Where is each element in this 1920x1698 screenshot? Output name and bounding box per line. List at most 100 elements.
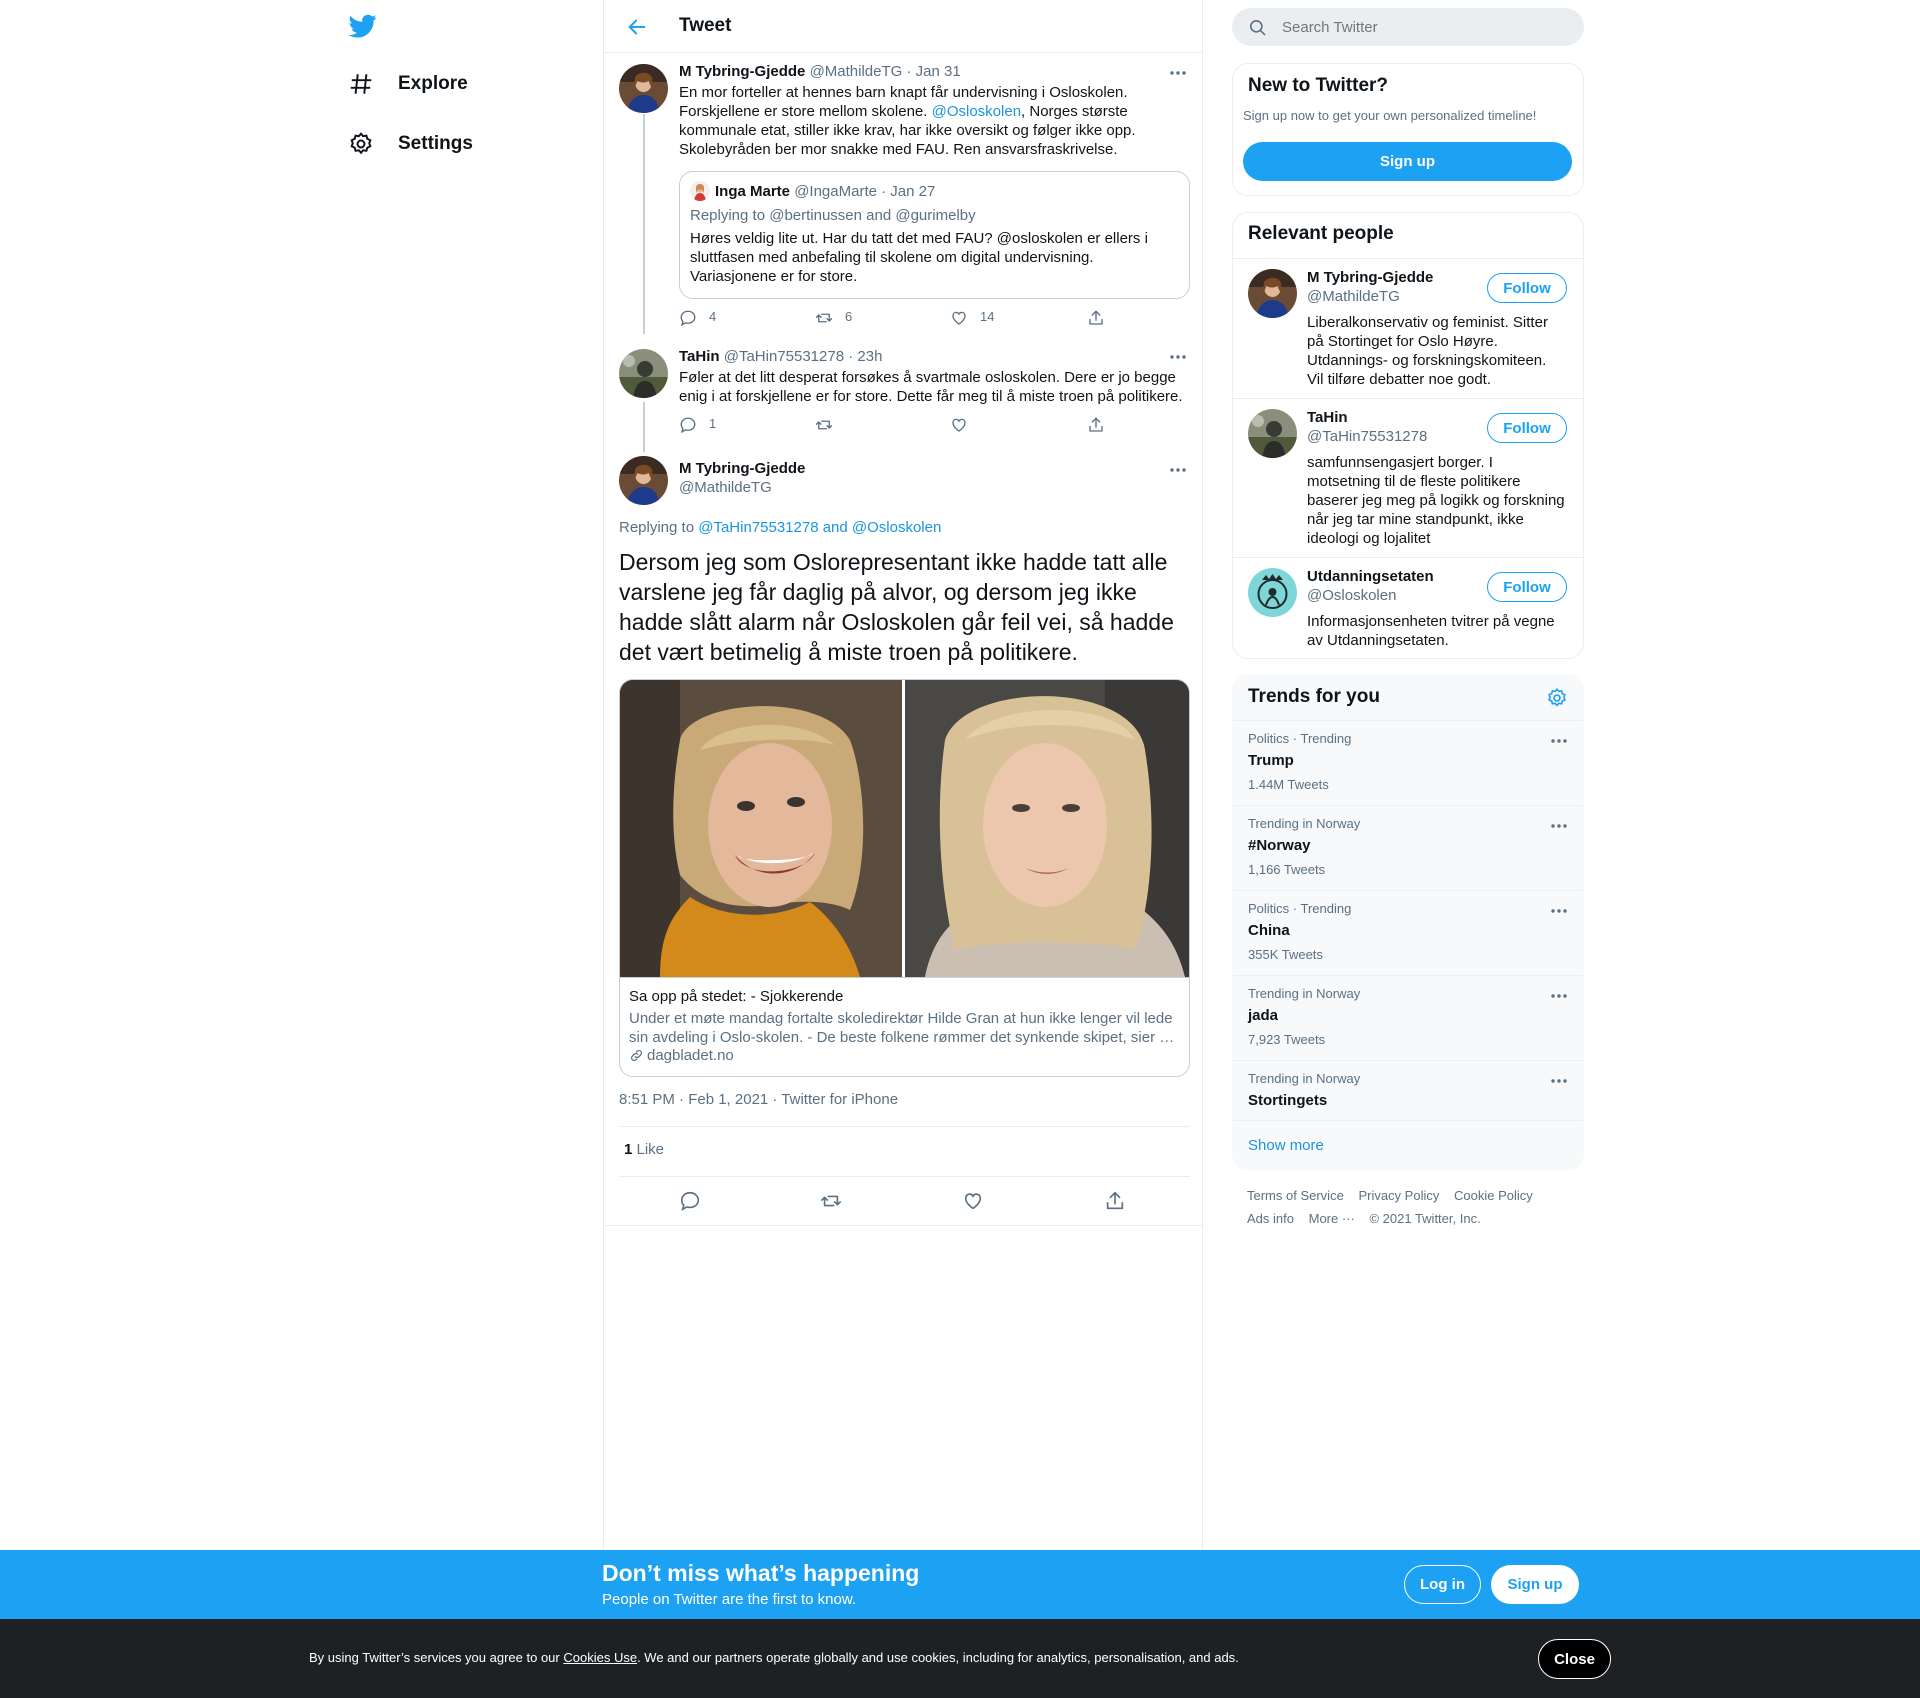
more-icon[interactable] xyxy=(1549,731,1569,751)
quoted-tweet[interactable]: Inga Marte @IngaMarte · Jan 27 Replying … xyxy=(679,171,1190,299)
reply-button[interactable] xyxy=(679,1190,713,1212)
heart-icon xyxy=(964,1193,982,1210)
follow-button[interactable]: Follow xyxy=(1487,273,1567,303)
retweet-count: 6 xyxy=(845,309,853,324)
trend-item[interactable]: Trending in Norway #Norway 1,166 Tweets xyxy=(1233,805,1583,890)
trend-name: Stortingets xyxy=(1248,1092,1328,1109)
tweet-text-line: enig i at forskjellene er for store. Det… xyxy=(679,388,1183,405)
search-icon xyxy=(1248,18,1267,37)
signup-button[interactable]: Sign up xyxy=(1243,142,1572,181)
card-meta: Sa opp på stedet: - Sjokkerende Under et… xyxy=(620,977,1189,1064)
share-button[interactable] xyxy=(1087,309,1117,327)
signup-button[interactable]: Sign up xyxy=(1491,1565,1579,1604)
more-icon[interactable] xyxy=(1549,816,1569,836)
search-input[interactable] xyxy=(1282,17,1562,37)
trend-count: 1,166 Tweets xyxy=(1248,862,1326,877)
reply-button[interactable]: 4 xyxy=(679,309,716,327)
author-name[interactable]: M Tybring-Gjedde xyxy=(679,459,805,478)
follow-button[interactable]: Follow xyxy=(1487,413,1567,443)
cookie-text-part: . We and our partners operate globally a… xyxy=(637,1650,1239,1665)
footer-link-cookie[interactable]: Cookie Policy xyxy=(1454,1188,1533,1203)
separator: · xyxy=(848,348,854,365)
trend-item[interactable]: Politics · Trending China 355K Tweets xyxy=(1233,890,1583,975)
share-button[interactable] xyxy=(1087,416,1117,434)
avatar[interactable] xyxy=(619,456,668,505)
person-name[interactable]: M Tybring-Gjedde xyxy=(1307,269,1433,286)
more-icon[interactable] xyxy=(1549,901,1569,921)
footer-link-privacy[interactable]: Privacy Policy xyxy=(1358,1188,1439,1203)
more-icon[interactable] xyxy=(1168,460,1188,480)
author-name[interactable]: M Tybring-Gjedde xyxy=(679,63,805,80)
more-icon[interactable] xyxy=(1168,347,1188,367)
person-name[interactable]: Utdanningsetaten xyxy=(1307,568,1434,585)
share-button[interactable] xyxy=(1104,1190,1138,1212)
like-button[interactable]: 14 xyxy=(950,309,994,327)
person-handle[interactable]: @Osloskolen xyxy=(1307,587,1396,604)
search-box[interactable] xyxy=(1232,8,1584,46)
retweet-button[interactable] xyxy=(815,416,845,434)
tweet-timestamp[interactable]: 8:51 PM · Feb 1, 2021 · Twitter for iPho… xyxy=(619,1090,898,1109)
back-arrow-icon[interactable] xyxy=(626,16,648,38)
person-cell[interactable]: M Tybring-Gjedde @MathildeTG Follow Libe… xyxy=(1233,258,1583,397)
avatar[interactable] xyxy=(1248,269,1297,318)
author-handle[interactable]: @MathildeTG xyxy=(679,478,772,497)
tweet-text-line: Skolebyråden ber mor snakke med FAU. Ren… xyxy=(679,141,1118,158)
avatar[interactable] xyxy=(1248,409,1297,458)
footer-link-terms[interactable]: Terms of Service xyxy=(1247,1188,1344,1203)
more-icon[interactable] xyxy=(1168,63,1188,83)
footer-link-more[interactable]: More ··· xyxy=(1309,1211,1355,1226)
person-cell[interactable]: Utdanningsetaten @Osloskolen Follow Info… xyxy=(1233,557,1583,657)
trend-item[interactable]: Politics · Trending Trump 1.44M Tweets xyxy=(1233,720,1583,805)
person-handle[interactable]: @TaHin75531278 xyxy=(1307,428,1427,445)
signup-banner-subtitle: People on Twitter are the first to know. xyxy=(602,1591,857,1608)
trends-settings-gear-icon[interactable] xyxy=(1546,687,1568,709)
retweet-button[interactable]: 6 xyxy=(815,309,852,327)
reply-button[interactable]: 1 xyxy=(679,416,716,434)
person-bio-line: Liberalkonservativ og feminist. Sitter xyxy=(1307,314,1548,331)
trend-context: Trending in Norway xyxy=(1248,816,1361,831)
trend-context: Politics · Trending xyxy=(1248,731,1352,746)
link-card[interactable]: Sa opp på stedet: - Sjokkerende Under et… xyxy=(619,679,1190,1077)
mention-link[interactable]: @Osloskolen xyxy=(932,103,1021,120)
avatar[interactable] xyxy=(619,64,668,113)
new-to-twitter-box: New to Twitter? Sign up now to get your … xyxy=(1232,63,1584,196)
footer-link-ads[interactable]: Ads info xyxy=(1247,1211,1294,1226)
main-column: Tweet M Tybring-Gjedde @MathildeTG · Jan… xyxy=(603,0,1203,1550)
trend-item[interactable]: Trending in Norway jada 7,923 Tweets xyxy=(1233,975,1583,1060)
divider xyxy=(604,1225,1202,1226)
cookies-use-link[interactable]: Cookies Use xyxy=(563,1650,637,1665)
person-name[interactable]: TaHin xyxy=(1307,409,1348,426)
author-handle[interactable]: @TaHin75531278 xyxy=(724,348,844,365)
twitter-bird-icon[interactable] xyxy=(348,12,378,40)
person-cell[interactable]: TaHin @TaHin75531278 Follow samfunnsenga… xyxy=(1233,398,1583,556)
follow-button[interactable]: Follow xyxy=(1487,572,1567,602)
card-domain-text: dagbladet.no xyxy=(647,1047,734,1064)
trend-item[interactable]: Trending in Norway Stortingets xyxy=(1233,1060,1583,1120)
person-handle[interactable]: @MathildeTG xyxy=(1307,288,1400,305)
avatar[interactable] xyxy=(619,349,668,398)
replying-to-mentions[interactable]: @TaHin75531278 and @Osloskolen xyxy=(698,519,941,536)
trend-count: 7,923 Tweets xyxy=(1248,1032,1326,1047)
nav-settings[interactable]: Settings xyxy=(348,124,473,164)
retweet-icon xyxy=(815,420,833,430)
tweet-date[interactable]: 23h xyxy=(857,348,882,365)
like-button[interactable] xyxy=(950,416,980,434)
login-button[interactable]: Log in xyxy=(1404,1565,1481,1604)
author-name[interactable]: TaHin xyxy=(679,348,720,365)
person-bio-line: på Stortinget for Oslo Høyre. xyxy=(1307,333,1498,350)
quote-text-line: Høres veldig lite ut. Har du tatt det me… xyxy=(690,230,1148,247)
nav-explore[interactable]: Explore xyxy=(348,64,468,104)
quote-header: Inga Marte @IngaMarte · Jan 27 xyxy=(715,182,935,201)
show-more-link[interactable]: Show more xyxy=(1248,1137,1324,1154)
avatar[interactable] xyxy=(1248,568,1297,617)
more-icon[interactable] xyxy=(1549,986,1569,1006)
author-handle[interactable]: @MathildeTG xyxy=(810,63,903,80)
close-button[interactable]: Close xyxy=(1538,1639,1611,1679)
person-bio-line: motsetning til de fleste politikere xyxy=(1307,473,1521,490)
like-stats[interactable]: 1 Like xyxy=(624,1140,664,1159)
like-button[interactable] xyxy=(962,1190,996,1212)
quote-author-name: Inga Marte xyxy=(715,183,791,200)
retweet-button[interactable] xyxy=(820,1190,854,1212)
tweet-date[interactable]: Jan 31 xyxy=(916,63,961,80)
more-icon[interactable] xyxy=(1549,1071,1569,1091)
